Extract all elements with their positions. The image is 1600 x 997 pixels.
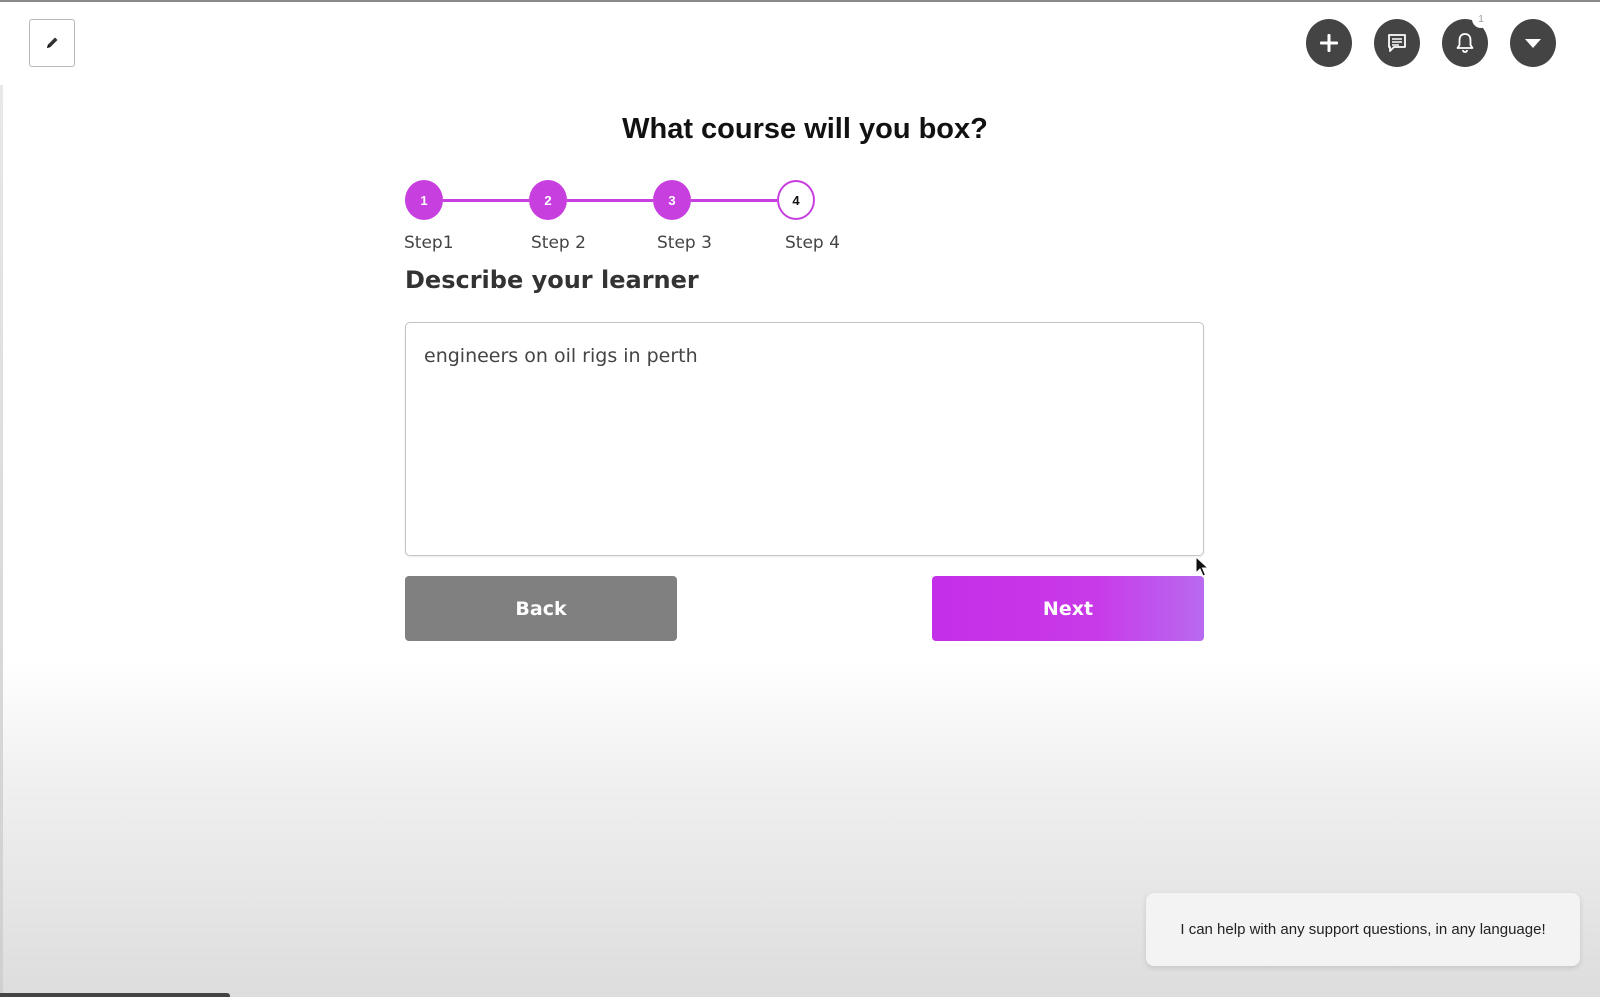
bottom-scroll-indicator xyxy=(0,993,230,997)
section-title: Describe your learner xyxy=(405,266,699,294)
window-top-border xyxy=(0,0,1600,2)
support-chat-bubble[interactable]: I can help with any support questions, i… xyxy=(1146,893,1580,966)
next-button[interactable]: Next xyxy=(932,576,1204,641)
left-panel-edge xyxy=(0,85,3,997)
step-2-label: Step 2 xyxy=(531,233,586,253)
notifications-button[interactable]: 1 xyxy=(1442,10,1490,67)
step-connector xyxy=(567,199,653,202)
account-menu-button[interactable] xyxy=(1510,19,1556,67)
step-1-indicator[interactable]: 1 xyxy=(405,180,443,220)
chat-icon xyxy=(1388,34,1406,52)
mouse-cursor-icon xyxy=(1195,556,1209,577)
support-message: I can help with any support questions, i… xyxy=(1180,921,1546,938)
wizard-stepper: 1 2 3 4 Step1 Step 2 Step 3 Step 4 xyxy=(404,180,865,260)
step-2-indicator[interactable]: 2 xyxy=(529,180,567,220)
back-button[interactable]: Back xyxy=(405,576,677,641)
messages-button[interactable] xyxy=(1374,19,1420,67)
step-1-label: Step1 xyxy=(404,233,454,253)
step-connector xyxy=(443,199,529,202)
page-title: What course will you box? xyxy=(622,113,988,145)
edit-button[interactable] xyxy=(29,19,75,67)
step-4-indicator[interactable]: 4 xyxy=(777,180,815,220)
plus-icon xyxy=(1320,34,1338,52)
caret-down-icon xyxy=(1525,39,1541,48)
bell-icon xyxy=(1456,33,1474,53)
learner-description-input[interactable]: engineers on oil rigs in perth xyxy=(405,322,1204,556)
notification-count-badge: 1 xyxy=(1472,10,1490,28)
step-connector xyxy=(691,199,777,202)
step-4-label: Step 4 xyxy=(785,233,840,253)
step-3-label: Step 3 xyxy=(657,233,712,253)
header-actions: 1 xyxy=(1306,10,1556,67)
pencil-icon xyxy=(47,37,58,48)
step-3-indicator[interactable]: 3 xyxy=(653,180,691,220)
add-button[interactable] xyxy=(1306,19,1352,67)
